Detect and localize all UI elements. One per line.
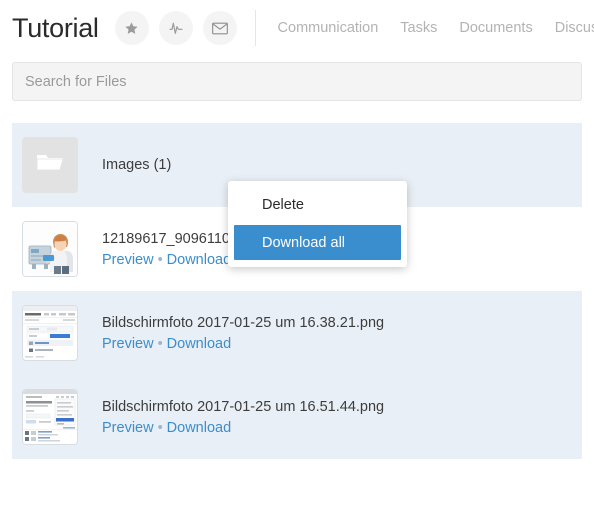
nav-item-communication[interactable]: Communication — [278, 20, 379, 36]
header-divider — [254, 10, 256, 46]
context-menu: Delete Download all — [228, 181, 407, 267]
action-separator: • — [157, 419, 163, 436]
folder-icon — [35, 151, 65, 180]
file-actions: Preview • Download — [102, 420, 384, 436]
action-separator: • — [157, 251, 163, 268]
file-name: Bildschirmfoto 2017-01-25 um 16.38.21.pn… — [102, 314, 385, 331]
search-section — [0, 56, 594, 101]
file-row[interactable]: Bildschirmfoto 2017-01-25 um 16.51.44.pn… — [12, 375, 582, 459]
envelope-icon-button[interactable] — [202, 11, 237, 45]
file-row-text: Bildschirmfoto 2017-01-25 um 16.51.44.pn… — [102, 399, 384, 436]
main-nav: Communication Tasks Documents Discussion — [278, 20, 594, 36]
file-row-text: Bildschirmfoto 2017-01-25 um 16.38.21.pn… — [102, 315, 384, 352]
download-link[interactable]: Download — [167, 336, 232, 352]
star-icon — [124, 21, 139, 36]
nav-item-tasks[interactable]: Tasks — [400, 20, 437, 36]
envelope-icon — [211, 22, 228, 35]
search-input[interactable] — [12, 62, 582, 101]
action-separator: • — [157, 335, 163, 352]
menu-item-delete[interactable]: Delete — [228, 187, 407, 222]
preview-link[interactable]: Preview — [102, 252, 154, 268]
folder-thumbnail — [22, 137, 78, 193]
activity-icon — [168, 20, 184, 36]
nav-item-discussion[interactable]: Discussion — [555, 20, 594, 36]
nav-item-documents[interactable]: Documents — [459, 20, 532, 36]
app-header: Tutorial Communication Tasks Documents D… — [0, 0, 594, 56]
file-thumbnail-screenshot — [22, 389, 78, 445]
download-link[interactable]: Download — [167, 252, 232, 268]
header-icon-group — [114, 11, 237, 45]
folder-name: Images (1) — [102, 157, 172, 173]
file-list: Images (1) 12189617_909611099 858_n.png … — [0, 123, 594, 459]
file-row[interactable]: Bildschirmfoto 2017-01-25 um 16.38.21.pn… — [12, 291, 582, 375]
file-thumbnail-photo — [22, 221, 78, 277]
preview-link[interactable]: Preview — [102, 336, 154, 352]
download-link[interactable]: Download — [167, 420, 232, 436]
file-thumbnail-screenshot — [22, 305, 78, 361]
activity-icon-button[interactable] — [158, 11, 193, 45]
preview-link[interactable]: Preview — [102, 420, 154, 436]
star-icon-button[interactable] — [114, 11, 149, 45]
file-actions: Preview • Download — [102, 336, 384, 352]
folder-row-text: Images (1) — [102, 157, 171, 173]
page-title: Tutorial — [12, 12, 99, 43]
menu-item-download-all[interactable]: Download all — [234, 225, 401, 260]
file-name: Bildschirmfoto 2017-01-25 um 16.51.44.pn… — [102, 398, 385, 415]
